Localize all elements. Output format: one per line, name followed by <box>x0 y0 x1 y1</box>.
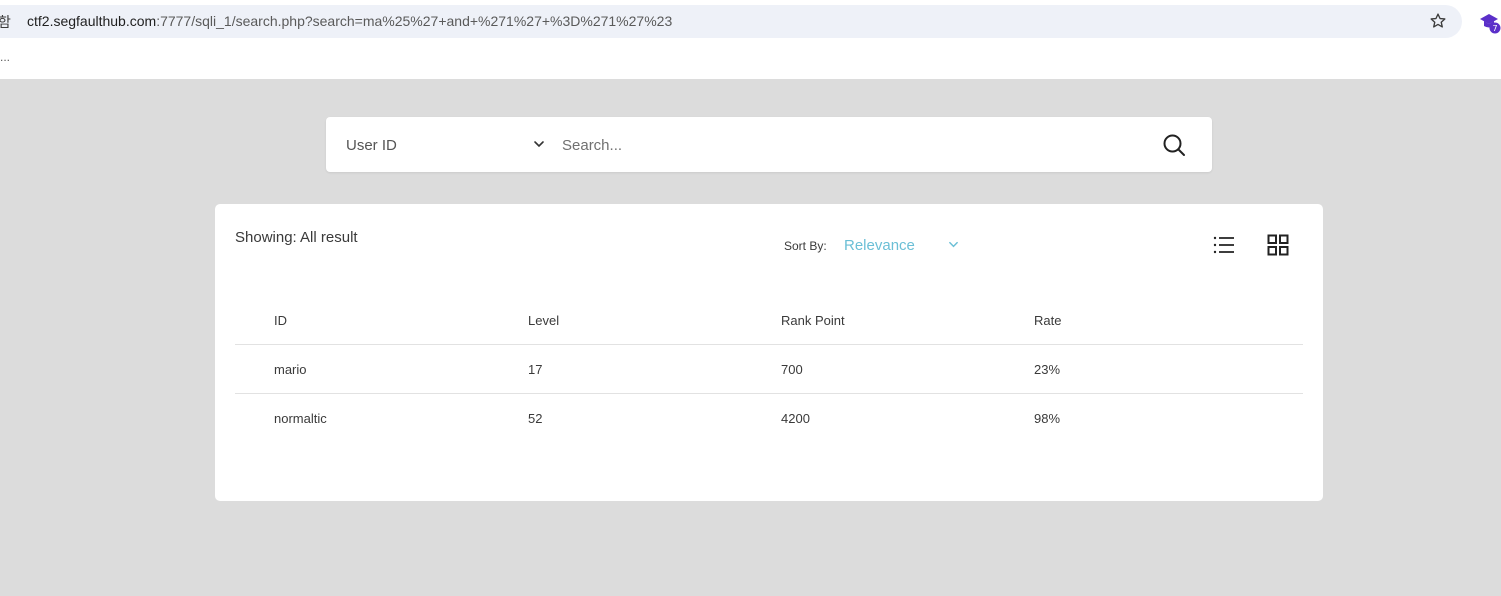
table-row[interactable]: normaltic 52 4200 98% <box>235 394 1303 442</box>
bookmarks-overflow[interactable]: ... <box>0 50 10 64</box>
site-badge[interactable]: 함 <box>0 12 11 32</box>
cell-id: mario <box>274 362 307 377</box>
search-field-label: User ID <box>346 137 397 154</box>
search-bar: User ID <box>326 117 1212 172</box>
cell-level: 17 <box>528 362 543 377</box>
grid-view-icon[interactable] <box>1267 234 1289 256</box>
results-summary: Showing: All result <box>235 229 358 246</box>
cell-id: normaltic <box>274 411 327 426</box>
column-header-rank-point[interactable]: Rank Point <box>781 313 845 328</box>
column-header-level[interactable]: Level <box>528 313 559 328</box>
cell-rate: 23% <box>1034 362 1061 377</box>
url-path: :7777/sqli_1/search.php?search=ma%25%27+… <box>156 13 673 29</box>
url-text[interactable]: ctf2.segfaulthub.com:7777/sqli_1/search.… <box>27 13 672 29</box>
column-header-rate[interactable]: Rate <box>1034 313 1061 328</box>
url-host: ctf2.segfaulthub.com <box>27 13 157 29</box>
search-field-select[interactable]: User ID <box>346 117 546 172</box>
cell-level: 52 <box>528 411 543 426</box>
search-input[interactable] <box>562 131 1122 159</box>
cell-rate: 98% <box>1034 411 1061 426</box>
star-icon[interactable] <box>1429 12 1447 30</box>
results-card: Showing: All result Sort By: Relevance I… <box>215 204 1323 501</box>
chevron-down-icon <box>949 241 958 248</box>
table-row[interactable]: mario 17 700 23% <box>235 345 1303 394</box>
sort-value: Relevance <box>844 237 915 254</box>
results-table: ID Level Rank Point Rate mario 17 700 23… <box>235 301 1303 442</box>
extension-badge-count: 7 <box>1492 24 1497 33</box>
list-view-icon[interactable] <box>1213 235 1235 255</box>
sort-select[interactable]: Relevance <box>844 234 964 258</box>
chevron-down-icon <box>534 141 544 148</box>
cell-rank-point: 4200 <box>781 411 810 426</box>
extension-icon[interactable]: 7 <box>1478 10 1501 34</box>
search-icon[interactable] <box>1162 133 1186 157</box>
page-content: User ID Showing: All result Sort By: Rel… <box>0 79 1501 596</box>
table-header: ID Level Rank Point Rate <box>235 301 1303 345</box>
sort-label: Sort By: <box>784 239 827 253</box>
browser-toolbar: 함 ctf2.segfaulthub.com:7777/sqli_1/searc… <box>0 0 1501 79</box>
cell-rank-point: 700 <box>781 362 803 377</box>
column-header-id[interactable]: ID <box>274 313 287 328</box>
